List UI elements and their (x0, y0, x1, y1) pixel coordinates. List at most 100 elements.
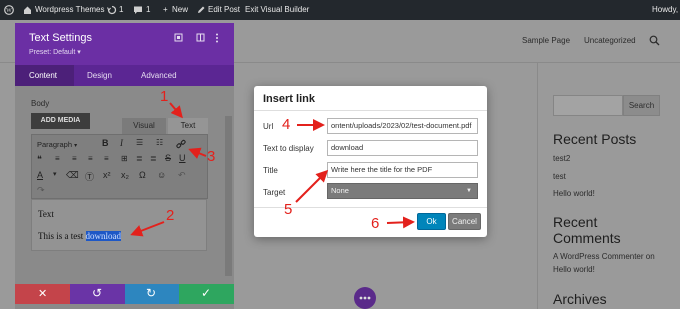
updates-icon[interactable] (107, 5, 117, 15)
paste-text-icon[interactable]: Ⓣ (85, 170, 94, 183)
comment-post-link[interactable]: Hello world! (553, 265, 595, 274)
editor-paragraph-text: This is a test (38, 231, 86, 241)
archives-title: Archives (553, 291, 607, 307)
align-left-icon[interactable]: ≡ (55, 154, 60, 163)
tab-visual[interactable]: Visual (122, 118, 166, 134)
annotation-number: 6 (371, 215, 380, 232)
updates-count: 1 (119, 5, 124, 14)
home-icon (24, 6, 31, 14)
link-icon[interactable] (176, 139, 186, 149)
checkmark-icon: ✓ (201, 286, 212, 300)
clear-format-icon[interactable]: ⌫ (66, 170, 79, 181)
comment-author-link[interactable]: A WordPress Commenter (553, 252, 644, 261)
chevron-down-icon[interactable]: ▾ (53, 170, 57, 178)
annotation-number: 4 (282, 116, 291, 133)
save-button[interactable]: ✓ (179, 284, 234, 304)
annotation-number: 1 (160, 88, 169, 105)
emoji-icon[interactable]: ☺ (157, 170, 166, 180)
sidebar-search-input[interactable] (553, 95, 623, 116)
title-label: Title (263, 166, 278, 175)
comments-icon[interactable] (133, 5, 143, 15)
text-color-icon[interactable]: A (37, 170, 43, 180)
chevron-down-icon: ▾ (74, 143, 78, 149)
undo-icon[interactable]: ↶ (178, 170, 186, 181)
special-char-icon[interactable]: Ω (139, 170, 146, 180)
tab-text[interactable]: Text (168, 118, 208, 134)
panel-scrollbar[interactable] (225, 116, 232, 276)
text-to-display-input[interactable]: download (327, 140, 478, 156)
format-select[interactable]: Paragraph ▾ (37, 139, 93, 151)
redo-icon[interactable]: ↷ (37, 185, 45, 196)
nav-sample-page[interactable]: Sample Page (522, 36, 570, 45)
bullet-list-icon[interactable]: ☰ (136, 138, 143, 147)
edit-pencil-icon (198, 6, 205, 13)
add-media-button[interactable]: ADD MEDIA (31, 113, 90, 129)
tab-advanced[interactable]: Advanced (141, 65, 177, 86)
superscript-icon[interactable]: x² (103, 170, 111, 180)
underline-icon[interactable]: U (179, 153, 186, 163)
kebab-menu-icon[interactable] (215, 33, 219, 43)
annotation-number: 2 (166, 207, 175, 224)
fullscreen-icon[interactable] (174, 33, 183, 42)
chevron-down-icon: ▼ (466, 188, 472, 194)
search-icon[interactable] (649, 35, 660, 46)
divi-more-button[interactable] (354, 287, 376, 309)
discard-button[interactable]: ✕ (15, 284, 70, 304)
text-to-display-label: Text to display (263, 144, 314, 153)
editor-content[interactable]: Text This is a test download (31, 199, 207, 251)
redo-button[interactable]: ↻ (125, 284, 179, 304)
target-select[interactable]: None ▼ (327, 183, 478, 199)
split-view-icon[interactable] (196, 33, 205, 42)
site-name-link[interactable]: Wordpress Themes (35, 0, 105, 20)
comment-on-text: on (645, 252, 655, 261)
url-input[interactable]: ontent/uploads/2023/02/test-document.pdf (327, 118, 478, 134)
tab-design[interactable]: Design (87, 65, 112, 86)
selected-text[interactable]: download (85, 231, 121, 241)
justify-icon[interactable]: ≡ (104, 154, 109, 163)
nav-uncategorized[interactable]: Uncategorized (584, 36, 636, 45)
panel-tabs: Content Design Advanced (15, 65, 234, 86)
sidebar-divider (537, 62, 538, 309)
ok-button[interactable]: Ok (417, 213, 446, 230)
exit-visual-builder-link[interactable]: Exit Visual Builder (245, 0, 309, 20)
align-right-icon[interactable]: ≡ (88, 154, 93, 163)
recent-comment-item: A WordPress Commenter on (553, 252, 655, 261)
title-divider (254, 110, 487, 111)
preset-dropdown[interactable]: Preset: Default ▾ (29, 48, 81, 56)
howdy-account[interactable]: Howdy, (652, 0, 678, 20)
blockquote-icon[interactable]: ❝ (37, 154, 42, 165)
dialog-title: Insert link (263, 93, 315, 105)
close-icon: ✕ (38, 288, 48, 300)
numbered-list-icon[interactable]: ☷ (156, 138, 163, 147)
recent-post-link[interactable]: test2 (553, 154, 570, 163)
new-link[interactable]: New (172, 0, 188, 20)
recent-comments-title: Recent Comments (553, 214, 621, 246)
align-center-icon[interactable]: ≡ (72, 154, 77, 163)
sidebar-search-button[interactable]: Search (623, 95, 660, 116)
body-label: Body (31, 99, 50, 108)
cancel-button[interactable]: Cancel (448, 213, 481, 230)
tab-content[interactable]: Content (15, 65, 74, 86)
panel-header: Text Settings Preset: Default ▾ (15, 23, 234, 65)
strikethrough-icon[interactable]: S (165, 153, 171, 163)
wordpress-logo-icon[interactable]: W (4, 5, 14, 15)
undo-icon: ↺ (92, 286, 103, 300)
recent-post-link[interactable]: test (553, 172, 566, 181)
panel-title: Text Settings (29, 32, 92, 44)
edit-post-link[interactable]: Edit Post (208, 0, 240, 20)
outdent-icon[interactable]: ≣ (150, 154, 157, 163)
table-icon[interactable]: ⊞ (121, 154, 128, 163)
svg-text:W: W (6, 8, 12, 14)
new-plus-icon: + (163, 5, 168, 14)
preset-label: Preset: Default (29, 49, 76, 56)
subscript-icon[interactable]: x₂ (121, 170, 129, 180)
indent-icon[interactable]: ≣ (136, 154, 143, 163)
bold-icon[interactable]: B (102, 138, 109, 148)
recent-post-link[interactable]: Hello world! (553, 189, 595, 198)
undo-button[interactable]: ↺ (70, 284, 125, 304)
redo-icon: ↻ (146, 286, 157, 300)
recent-posts-title: Recent Posts (553, 131, 637, 147)
italic-icon[interactable]: I (120, 138, 123, 148)
target-label: Target (263, 188, 286, 197)
title-input[interactable]: Write here the title for the PDF (327, 162, 478, 178)
